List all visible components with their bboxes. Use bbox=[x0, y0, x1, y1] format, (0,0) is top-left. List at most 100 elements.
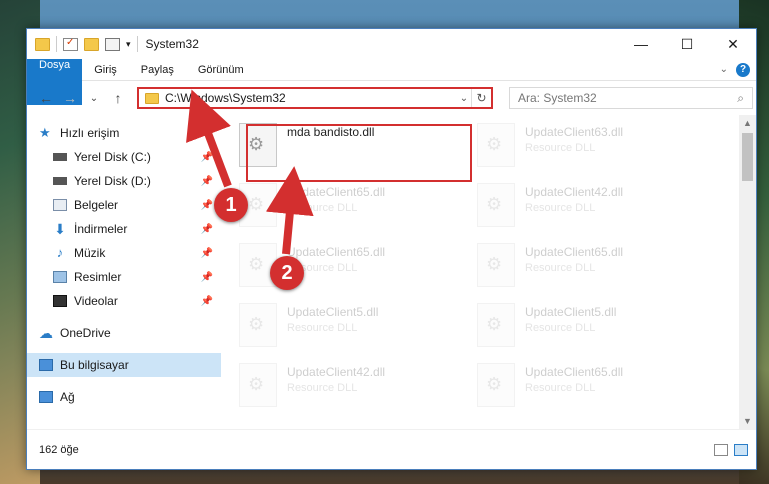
expand-ribbon-icon[interactable]: ⌄ bbox=[720, 64, 728, 75]
navigation-bar: ← → ⌄ ↑ C:\Windows\System32 ⌄ ↻ Ara: Sys… bbox=[27, 81, 756, 115]
file-name: UpdateClient63.dll bbox=[525, 125, 624, 139]
address-dropdown-icon[interactable]: ⌄ bbox=[457, 93, 471, 104]
file-meta: UpdateClient42.dll Resource DLL bbox=[287, 363, 385, 394]
file-type: Resource DLL bbox=[525, 262, 596, 274]
divider bbox=[136, 36, 138, 52]
downloads-icon: ⬇ bbox=[54, 221, 66, 237]
sidebar-item-onedrive[interactable]: ☁ OneDrive bbox=[27, 321, 221, 345]
forward-button[interactable]: → bbox=[61, 90, 79, 106]
list-item[interactable]: UpdateClient5.dll Resource DLL bbox=[477, 303, 715, 349]
file-type: Resource DLL bbox=[525, 142, 596, 154]
maximize-button[interactable]: ☐ bbox=[664, 29, 710, 59]
new-folder-icon[interactable] bbox=[84, 37, 99, 51]
file-meta: UpdateClient65.dll Resource DLL bbox=[525, 243, 623, 274]
list-item[interactable]: UpdateClient65.dll Resource DLL bbox=[239, 183, 477, 229]
videos-icon bbox=[53, 295, 67, 307]
documents-icon bbox=[53, 199, 67, 211]
list-item[interactable]: UpdateClient63.dll Resource DLL bbox=[477, 123, 715, 169]
details-view-icon[interactable] bbox=[714, 443, 728, 456]
sidebar-item-disk-c[interactable]: Yerel Disk (C:) 📌 bbox=[27, 145, 221, 169]
minimize-button[interactable]: — bbox=[618, 29, 664, 59]
sidebar-item-label: Resimler bbox=[74, 270, 122, 284]
file-name: UpdateClient65.dll bbox=[525, 245, 624, 259]
sidebar-item-label: Yerel Disk (C:) bbox=[74, 150, 151, 164]
customize-icon[interactable] bbox=[105, 37, 120, 51]
sidebar-item-documents[interactable]: Belgeler 📌 bbox=[27, 193, 221, 217]
pin-icon: 📌 bbox=[200, 175, 213, 187]
window-title: System32 bbox=[145, 37, 199, 51]
file-name: UpdateClient5.dll bbox=[287, 305, 379, 319]
network-icon bbox=[39, 391, 53, 403]
sidebar-item-label: OneDrive bbox=[60, 326, 111, 340]
navigation-pane: ★ Hızlı erişim Yerel Disk (C:) 📌 Yerel D… bbox=[27, 115, 221, 429]
sidebar-item-quick-access[interactable]: ★ Hızlı erişim bbox=[27, 121, 221, 145]
cloud-icon: ☁ bbox=[39, 325, 53, 341]
file-name: UpdateClient42.dll bbox=[287, 365, 386, 379]
music-icon: ♪ bbox=[56, 245, 64, 260]
sidebar-item-disk-d[interactable]: Yerel Disk (D:) 📌 bbox=[27, 169, 221, 193]
sidebar-item-downloads[interactable]: ⬇ İndirmeler 📌 bbox=[27, 217, 221, 241]
file-name: UpdateClient5.dll bbox=[525, 305, 617, 319]
folder-icon bbox=[145, 92, 159, 104]
file-name: UpdateClient65.dll bbox=[287, 185, 386, 199]
view-switcher bbox=[714, 443, 748, 456]
file-meta: UpdateClient65.dll Resource DLL bbox=[525, 363, 623, 394]
ribbon-right: ⌄ ? bbox=[720, 59, 756, 80]
drive-icon bbox=[53, 177, 67, 185]
quick-access-toolbar: ▾ bbox=[35, 36, 138, 52]
sidebar-item-music[interactable]: ♪ Müzik 📌 bbox=[27, 241, 221, 265]
recent-locations-icon[interactable]: ⌄ bbox=[85, 93, 103, 104]
refresh-button[interactable]: ↻ bbox=[471, 89, 491, 107]
pin-icon: 📌 bbox=[200, 247, 213, 259]
up-button[interactable]: ↑ bbox=[109, 90, 127, 106]
address-bar[interactable]: C:\Windows\System32 ⌄ ↻ bbox=[137, 87, 493, 109]
list-item[interactable]: UpdateClient42.dll Resource DLL bbox=[239, 363, 477, 409]
close-button[interactable]: ✕ bbox=[710, 29, 756, 59]
search-input[interactable]: Ara: System32 ⌕ bbox=[509, 87, 753, 109]
dll-file-icon bbox=[239, 303, 277, 347]
sidebar-item-videos[interactable]: Videolar 📌 bbox=[27, 289, 221, 313]
help-icon[interactable]: ? bbox=[736, 62, 750, 77]
file-meta: UpdateClient65.dll Resource DLL bbox=[287, 183, 385, 214]
file-type: Resource DLL bbox=[525, 322, 596, 334]
file-meta: UpdateClient63.dll Resource DLL bbox=[525, 123, 623, 154]
dll-file-icon bbox=[477, 243, 515, 287]
sidebar-item-label: İndirmeler bbox=[74, 222, 128, 236]
step-marker-2: 2 bbox=[270, 256, 304, 290]
scroll-thumb[interactable] bbox=[742, 133, 753, 181]
address-path[interactable]: C:\Windows\System32 bbox=[165, 91, 457, 105]
sidebar-item-label: Bu bilgisayar bbox=[60, 358, 129, 372]
sidebar-item-network[interactable]: Ağ bbox=[27, 385, 221, 409]
step-marker-1: 1 bbox=[214, 188, 248, 222]
sidebar-item-pictures[interactable]: Resimler 📌 bbox=[27, 265, 221, 289]
dll-file-icon bbox=[239, 363, 277, 407]
pictures-icon bbox=[53, 271, 67, 283]
tab-home[interactable]: Giriş bbox=[82, 59, 129, 80]
search-icon: ⌕ bbox=[737, 90, 744, 105]
scroll-down-icon[interactable]: ▼ bbox=[739, 413, 756, 429]
large-icons-view-icon[interactable] bbox=[734, 443, 748, 456]
list-item[interactable]: UpdateClient65.dll Resource DLL bbox=[477, 243, 715, 289]
pin-icon: 📌 bbox=[200, 295, 213, 307]
divider bbox=[56, 36, 57, 52]
list-item[interactable]: UpdateClient42.dll Resource DLL bbox=[477, 183, 715, 229]
sidebar-item-label: Yerel Disk (D:) bbox=[74, 174, 151, 188]
properties-icon[interactable] bbox=[63, 37, 78, 51]
vertical-scrollbar[interactable]: ▲ ▼ bbox=[739, 115, 756, 429]
sidebar-item-label: Müzik bbox=[74, 246, 106, 260]
sidebar-item-this-pc[interactable]: Bu bilgisayar bbox=[27, 353, 221, 377]
customize-dropdown-icon[interactable]: ▾ bbox=[126, 39, 131, 50]
list-item[interactable]: UpdateClient65.dll Resource DLL bbox=[477, 363, 715, 409]
list-item[interactable]: UpdateClient5.dll Resource DLL bbox=[239, 303, 477, 349]
file-highlight-box bbox=[246, 124, 472, 182]
scroll-up-icon[interactable]: ▲ bbox=[739, 115, 756, 131]
sidebar-item-label: Videolar bbox=[74, 294, 118, 308]
computer-icon bbox=[39, 359, 53, 371]
title-bar: ▾ System32 — ☐ ✕ bbox=[27, 29, 756, 59]
back-button[interactable]: ← bbox=[37, 90, 55, 106]
tab-view[interactable]: Görünüm bbox=[186, 59, 256, 80]
ribbon-tabs: Dosya Giriş Paylaş Görünüm ⌄ ? bbox=[27, 59, 756, 105]
tab-share[interactable]: Paylaş bbox=[129, 59, 186, 80]
drive-icon bbox=[53, 153, 67, 161]
explorer-window: ▾ System32 — ☐ ✕ Dosya Giriş Paylaş Görü… bbox=[26, 28, 757, 470]
